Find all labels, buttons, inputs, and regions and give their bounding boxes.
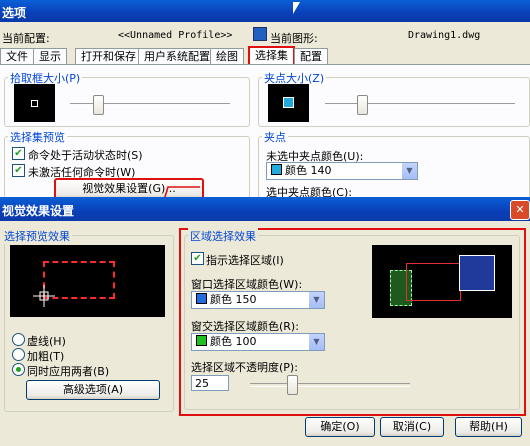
selection-preview-title: 选择预览效果 xyxy=(2,228,72,244)
cb-indicate-checkbox[interactable]: ✔ xyxy=(191,252,204,265)
unselected-grip-value: 颜色 140 xyxy=(285,164,332,177)
options-title: 选项 xyxy=(2,6,27,20)
drawing-icon xyxy=(253,27,267,41)
crossing-color-label: 窗交选择区域颜色(R): xyxy=(191,320,299,333)
tab-selection[interactable]: 选择集 xyxy=(248,46,295,66)
opacity-label: 选择区域不透明度(P): xyxy=(191,361,298,374)
opacity-input[interactable]: 25 xyxy=(191,375,229,391)
grips-title: 夹点 xyxy=(262,129,288,145)
opacity-slider-thumb[interactable] xyxy=(287,375,298,395)
tab-profiles[interactable]: 配置 xyxy=(294,48,328,65)
cb-inactive-checkbox[interactable]: ✔ xyxy=(12,164,25,177)
crosshair-icon xyxy=(33,285,55,307)
grip-slider-track[interactable] xyxy=(325,103,515,107)
window-color-combo[interactable]: 颜色 150 ▼ xyxy=(191,291,325,309)
tab-drafting[interactable]: 绘图 xyxy=(210,48,244,65)
cancel-button[interactable]: 取消(C) xyxy=(380,417,444,437)
ok-button[interactable]: 确定(O) xyxy=(305,417,375,437)
current-drawing-label: 当前图形: xyxy=(270,32,318,45)
area-selection-title: 区域选择效果 xyxy=(188,228,258,244)
cursor-icon xyxy=(293,2,300,14)
unselected-grip-combo[interactable]: 颜色 140 ▼ xyxy=(266,162,418,180)
visual-titlebar xyxy=(0,197,530,221)
radio-selected-dot xyxy=(16,367,21,372)
window-color-swatch xyxy=(196,293,207,304)
current-config-label: 当前配置: xyxy=(2,32,50,45)
current-config-value: <<Unnamed Profile>> xyxy=(118,30,233,41)
grip-slider-thumb[interactable] xyxy=(357,95,368,115)
tab-display[interactable]: 显示 xyxy=(33,48,67,65)
advanced-options-button[interactable]: 高级选项(A) xyxy=(26,380,160,400)
cb-active-label: 命令处于活动状态时(S) xyxy=(28,149,143,162)
radio-thick[interactable] xyxy=(12,348,25,361)
radio-thick-label: 加粗(T) xyxy=(27,350,65,363)
window-color-value: 颜色 150 xyxy=(210,293,257,306)
radio-both-label: 同时应用两者(B) xyxy=(27,365,110,378)
chevron-down-icon[interactable]: ▼ xyxy=(309,292,324,308)
cb-active-checkbox[interactable]: ✔ xyxy=(12,147,25,160)
crossing-color-value: 颜色 100 xyxy=(210,335,257,348)
tab-user-prefs[interactable]: 用户系统配置 xyxy=(138,48,216,65)
opacity-slider-track[interactable] xyxy=(250,383,410,387)
chevron-down-icon[interactable]: ▼ xyxy=(402,163,417,179)
tab-open-save[interactable]: 打开和保存 xyxy=(75,48,142,65)
grip-square xyxy=(283,97,294,108)
crossing-color-swatch xyxy=(196,335,207,346)
window-box-rect xyxy=(459,255,495,291)
chevron-down-icon[interactable]: ▼ xyxy=(309,334,324,350)
help-button[interactable]: 帮助(H) xyxy=(455,417,522,437)
crossing-color-combo[interactable]: 颜色 100 ▼ xyxy=(191,333,325,351)
visual-title: 视觉效果设置 xyxy=(2,204,75,218)
radio-dashed[interactable] xyxy=(12,333,25,346)
pickbox-square xyxy=(31,100,38,107)
current-drawing-value: Drawing1.dwg xyxy=(408,30,481,41)
radio-dashed-label: 虚线(H) xyxy=(27,335,66,348)
pickbox-slider-thumb[interactable] xyxy=(93,95,104,115)
options-titlebar xyxy=(0,0,530,22)
tab-files[interactable]: 文件 xyxy=(0,48,34,65)
window-color-label: 窗口选择区域颜色(W): xyxy=(191,278,303,291)
preview-title: 选择集预览 xyxy=(8,129,67,145)
window-area-rect xyxy=(406,263,461,301)
grip-color-swatch xyxy=(271,164,282,175)
close-icon[interactable]: ✕ xyxy=(510,200,530,220)
radio-both[interactable] xyxy=(12,363,25,376)
cb-indicate-label: 指示选择区域(I) xyxy=(206,254,284,267)
